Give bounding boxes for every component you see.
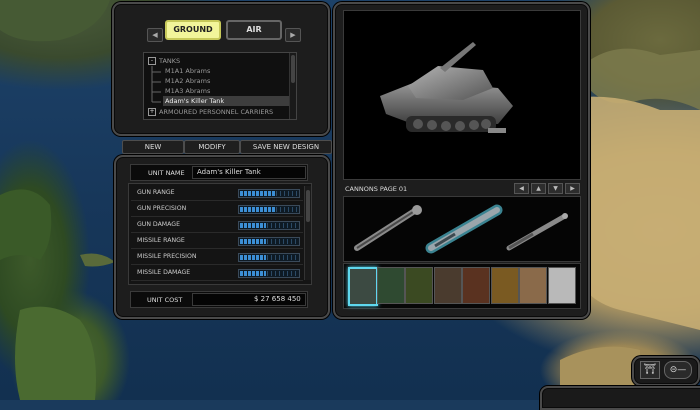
camo-swatch[interactable] xyxy=(405,267,433,304)
stat-name: MISSILE DAMAGE xyxy=(137,269,191,276)
stat-name: GUN RANGE xyxy=(137,189,175,196)
stat-name: GUN PRECISION xyxy=(137,205,187,212)
tree-item[interactable]: M1A1 Abrams xyxy=(165,66,210,76)
stat-bar-track xyxy=(267,271,297,276)
stat-row: GUN RANGE xyxy=(131,186,303,201)
stat-bar[interactable] xyxy=(238,237,300,246)
cannon-option-2-selected[interactable] xyxy=(425,204,503,254)
stat-bar-fill xyxy=(240,255,266,260)
camo-swatch[interactable] xyxy=(490,267,519,304)
tree-category-label: TANKS xyxy=(159,57,181,65)
stat-name: GUN DAMAGE xyxy=(137,221,180,228)
cannon-option-3[interactable] xyxy=(506,213,568,251)
stat-bar-fill xyxy=(240,271,266,276)
collapse-icon[interactable]: - xyxy=(148,57,156,65)
camo-swatch[interactable] xyxy=(348,267,378,306)
stat-bar-fill xyxy=(240,223,266,228)
stat-bar[interactable] xyxy=(238,269,300,278)
unit-name-label: UNIT NAME xyxy=(148,169,185,177)
stat-bar[interactable] xyxy=(238,253,300,262)
tree-scrollbar[interactable] xyxy=(289,53,296,119)
cannons-prev-button[interactable]: ◀ xyxy=(514,183,529,194)
stat-row: GUN DAMAGE xyxy=(131,218,303,233)
stat-bar-track xyxy=(276,207,297,212)
stat-bar-track xyxy=(267,239,297,244)
expand-icon[interactable]: + xyxy=(148,108,156,116)
tree-item-selected[interactable]: Adam's Killer Tank xyxy=(163,96,291,106)
stat-bar-track xyxy=(276,191,297,196)
bottom-panel-edge xyxy=(540,386,700,410)
stats-scrollbar[interactable] xyxy=(304,186,311,280)
stat-bar[interactable] xyxy=(238,189,300,198)
stat-row: GUN PRECISION xyxy=(131,202,303,217)
stat-row: MISSILE DAMAGE xyxy=(131,266,303,281)
stat-name: MISSILE PRECISION xyxy=(137,253,197,260)
camo-swatch[interactable] xyxy=(519,267,547,304)
stat-bar-fill xyxy=(240,191,275,196)
stat-bar[interactable] xyxy=(238,205,300,214)
tab-next-button[interactable]: ▶ xyxy=(285,28,301,42)
camo-swatch[interactable] xyxy=(547,267,576,304)
tree-item[interactable]: M1A3 Abrams xyxy=(165,86,210,96)
unit-name-value: Adam's Killer Tank xyxy=(197,168,261,176)
tree-item[interactable]: M1A2 Abrams xyxy=(165,76,210,86)
stat-bar-fill xyxy=(240,239,266,244)
tab-ground[interactable]: GROUND xyxy=(165,20,221,40)
cannons-next-button[interactable]: ▶ xyxy=(565,183,580,194)
tree-category-tanks[interactable]: - TANKS xyxy=(148,56,180,66)
stat-row: MISSILE PRECISION xyxy=(131,250,303,265)
stat-row: MISSILE RANGE xyxy=(131,234,303,249)
stat-bar-fill xyxy=(240,207,275,212)
new-button[interactable]: NEW xyxy=(122,140,184,154)
zoom-toggle-icon[interactable]: ⊝— xyxy=(664,361,692,379)
modify-button[interactable]: MODIFY xyxy=(184,140,240,154)
tab-prev-button[interactable]: ◀ xyxy=(147,28,163,42)
cannon-options xyxy=(354,204,568,254)
stat-name: MISSILE RANGE xyxy=(137,237,185,244)
stat-bar-track xyxy=(267,223,297,228)
cannons-page-label: CANNONS PAGE 01 xyxy=(345,185,408,193)
cannons-down-button[interactable]: ▼ xyxy=(548,183,563,194)
tab-air[interactable]: AIR xyxy=(226,20,282,40)
unit-cost-label: UNIT COST xyxy=(147,296,183,304)
camo-swatch[interactable] xyxy=(462,267,490,304)
stat-bar[interactable] xyxy=(238,221,300,230)
cannons-up-button[interactable]: ▲ xyxy=(531,183,546,194)
tank-model-image xyxy=(380,42,513,133)
cannon-option-1[interactable] xyxy=(354,205,422,251)
tree-lines xyxy=(151,66,161,103)
tree-category-apc[interactable]: + ARMOURED PERSONNEL CARRIERS xyxy=(148,107,273,117)
unit-cost-value: $ 27 658 450 xyxy=(254,295,301,303)
tree-category-label: ARMOURED PERSONNEL CARRIERS xyxy=(159,108,274,116)
unit-tree: - TANKS M1A1 Abrams M1A2 Abrams M1A3 Abra… xyxy=(143,52,297,120)
vehicle-icon[interactable]: ⛩ xyxy=(640,361,660,379)
save-new-design-button[interactable]: SAVE NEW DESIGN xyxy=(240,140,332,154)
camo-swatch[interactable] xyxy=(433,267,462,304)
camo-swatch[interactable] xyxy=(376,267,405,304)
stat-bar-track xyxy=(267,255,297,260)
